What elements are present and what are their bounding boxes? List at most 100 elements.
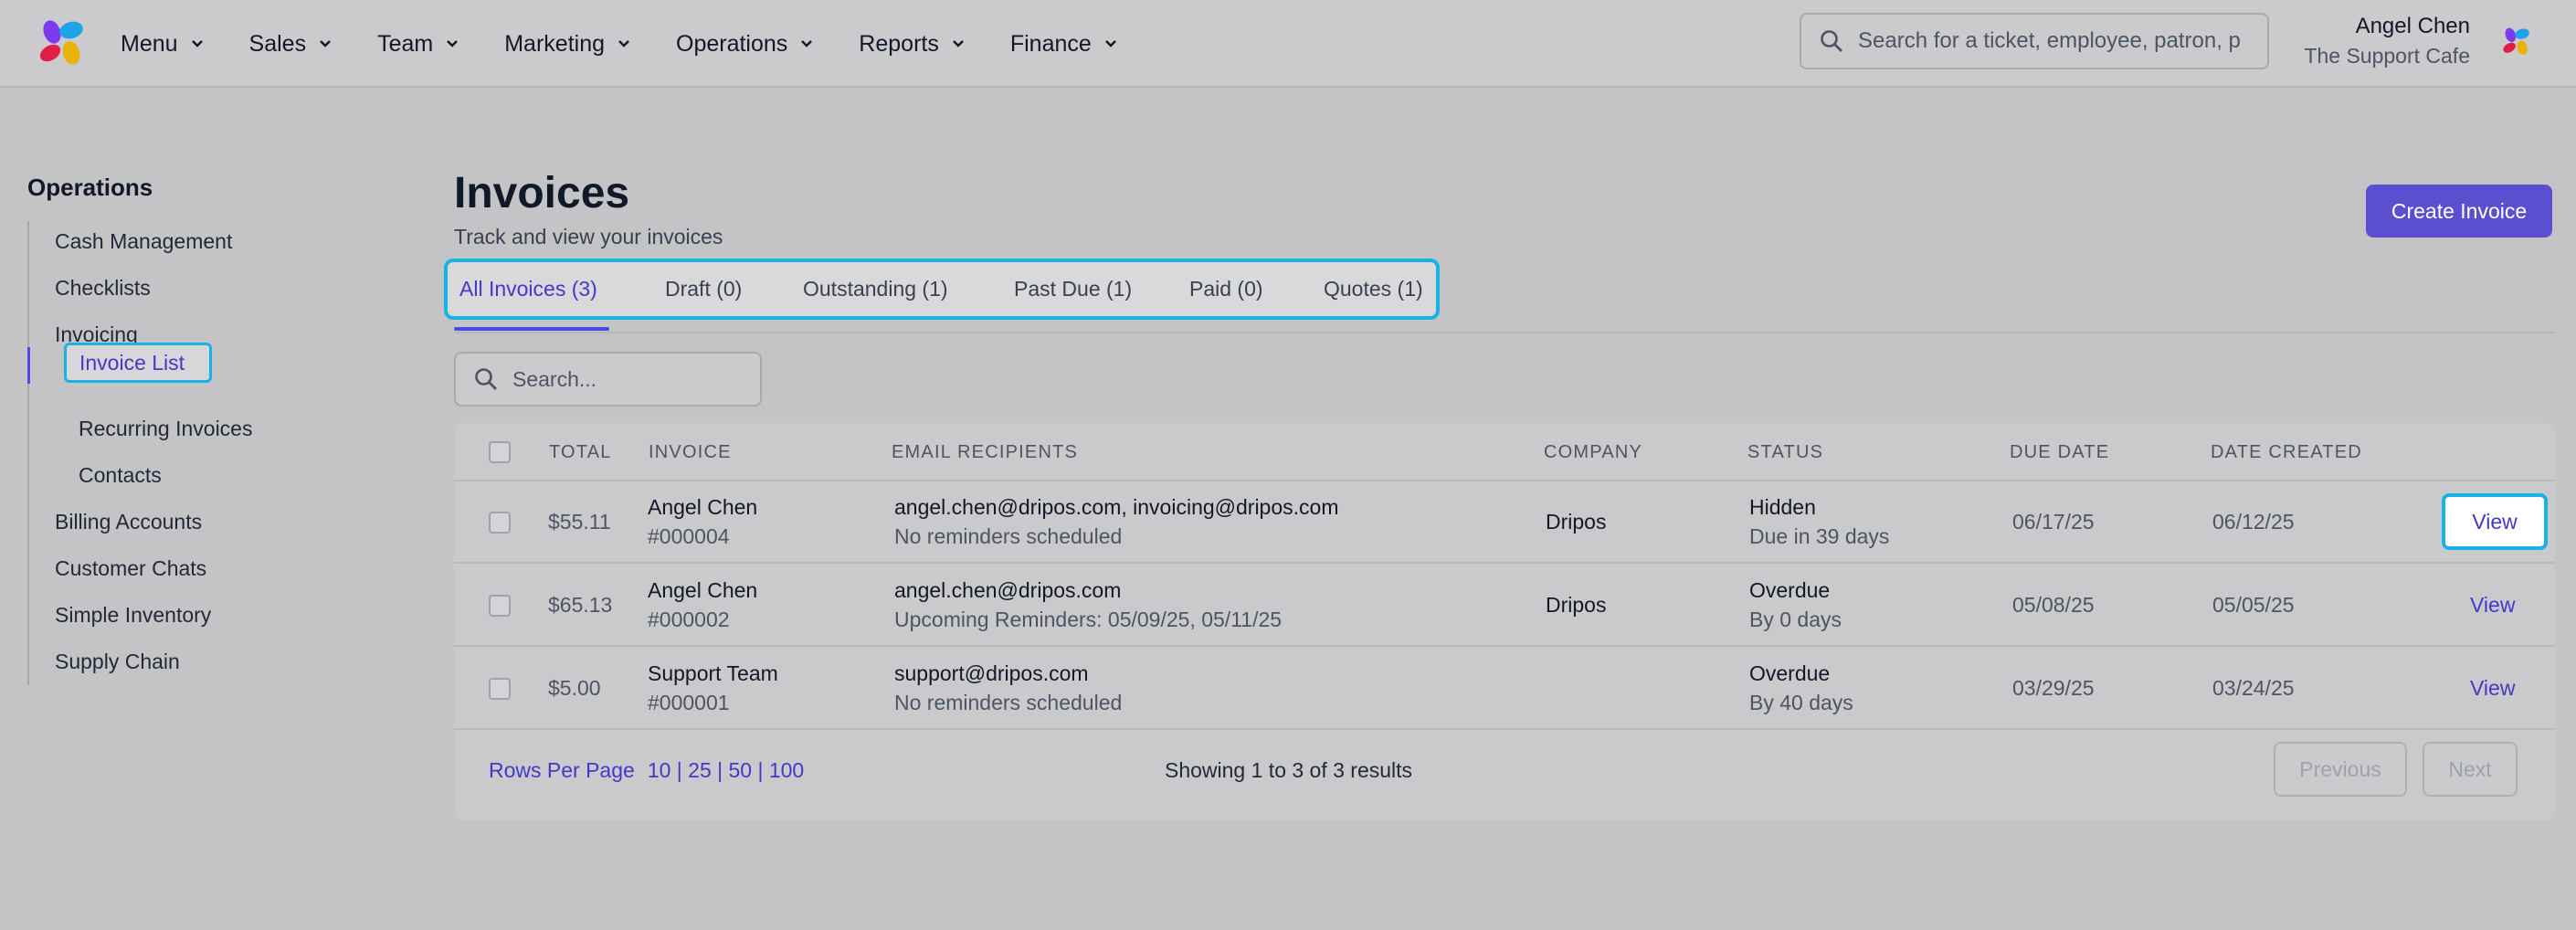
table-footer: Rows Per Page 10 | 25 | 50 | 100 Showing … [454,738,2555,802]
column-header-email-recipients[interactable]: EMAIL RECIPIENTS [892,423,1078,481]
sidebar-item-recurring-invoices[interactable]: Recurring Invoices [79,410,252,447]
email-cell: angel.chen@dripos.com Upcoming Reminders… [894,576,1282,634]
top-bar: Menu Sales Team Marketing Operations Rep… [0,0,2576,88]
nav-team[interactable]: Team [377,31,459,58]
tab-paid[interactable]: Paid (0) [1189,262,1263,316]
email-recipients: support@dripos.com [894,661,1089,685]
results-summary: Showing 1 to 3 of 3 results [1165,758,1413,782]
tab-all-invoices[interactable]: All Invoices (3) [459,262,597,316]
invoice-number: #000004 [648,524,730,548]
invoice-tabs: All Invoices (3) Draft (0) Outstanding (… [444,259,1440,320]
search-icon [1821,30,1842,52]
nav-reports[interactable]: Reports [859,31,965,58]
search-icon [475,368,497,390]
row-checkbox[interactable] [489,678,511,700]
chevron-down-icon [320,40,331,48]
org-logo-icon[interactable] [2501,26,2532,57]
status-cell: Overdue By 40 days [1749,659,1853,717]
email-cell: support@dripos.com No reminders schedule… [894,659,1122,717]
user-menu[interactable]: Angel Chen The Support Cafe [2304,13,2470,71]
nav-label: Finance [1009,30,1092,57]
sidebar-item-customer-chats[interactable]: Customer Chats [55,550,206,587]
view-link[interactable]: View [2470,593,2515,618]
column-header-company[interactable]: COMPANY [1544,423,1642,481]
date-created: 03/24/25 [2212,676,2295,700]
invoice-customer: Angel Chen [648,578,758,602]
column-header-date-created[interactable]: DATE CREATED [2211,423,2362,481]
next-page-button[interactable]: Next [2423,742,2518,797]
invoice-number: #000001 [648,691,730,714]
sidebar-list: Cash Management Checklists Invoicing Inv… [27,221,375,685]
status-badge: Hidden [1749,495,1816,519]
invoice-cell: Angel Chen #000004 [648,492,757,551]
tab-past-due[interactable]: Past Due (1) [1014,262,1132,316]
rows-per-page: Rows Per Page 10 | 25 | 50 | 100 [489,758,804,783]
status-cell: Hidden Due in 39 days [1749,492,1889,551]
tab-outstanding[interactable]: Outstanding (1) [803,262,948,316]
nav-operations[interactable]: Operations [676,31,813,58]
column-header-total[interactable]: TOTAL [549,423,612,481]
sidebar-item-invoice-list[interactable]: Invoice List [64,343,212,383]
column-header-invoice[interactable]: INVOICE [649,423,732,481]
previous-page-button[interactable]: Previous [2274,742,2407,797]
nav-label: Sales [248,30,307,57]
sidebar-item-contacts[interactable]: Contacts [79,457,162,493]
invoice-total: $5.00 [548,676,601,700]
table-row[interactable]: $65.13 Angel Chen #000002 angel.chen@dri… [454,565,2555,647]
table-row[interactable]: $55.11 Angel Chen #000004 angel.chen@dri… [454,481,2555,564]
page-title: Invoices [454,169,630,217]
invoice-number: #000002 [648,608,730,631]
create-invoice-button[interactable]: Create Invoice [2366,185,2552,238]
invoice-table-card: TOTAL INVOICE EMAIL RECIPIENTS COMPANY S… [454,423,2555,820]
rows-per-page-label: Rows Per Page [489,758,635,782]
nav-label: Marketing [504,30,605,57]
invoice-customer: Angel Chen [648,495,758,519]
due-date: 06/17/25 [2012,510,2095,534]
nav-label: Team [377,30,434,57]
column-header-due-date[interactable]: DUE DATE [2010,423,2109,481]
invoice-search[interactable] [454,352,762,407]
invoice-cell: Angel Chen #000002 [648,576,757,634]
status-badge: Overdue [1749,578,1831,602]
sidebar-item-supply-chain[interactable]: Supply Chain [55,643,180,680]
rows-per-page-options[interactable]: 10 | 25 | 50 | 100 [648,758,804,782]
sidebar-item-cash-management[interactable]: Cash Management [55,223,232,259]
active-tab-underline [454,327,609,331]
status-detail: By 0 days [1749,608,1842,631]
nav-marketing[interactable]: Marketing [504,31,630,58]
row-checkbox[interactable] [489,595,511,617]
invoice-customer: Support Team [648,661,778,685]
tab-quotes[interactable]: Quotes (1) [1324,262,1423,316]
invoice-cell: Support Team #000001 [648,659,778,717]
chevron-down-icon [1104,40,1116,48]
pinwheel-logo-icon[interactable] [37,16,88,68]
select-all-checkbox[interactable] [489,441,511,463]
invoice-total: $65.13 [548,593,613,617]
table-row[interactable]: $5.00 Support Team #000001 support@dripo… [454,648,2555,730]
sidebar-item-billing-accounts[interactable]: Billing Accounts [55,503,202,540]
nav-sales[interactable]: Sales [249,31,333,58]
due-date: 03/29/25 [2012,676,2095,700]
sidebar-item-simple-inventory[interactable]: Simple Inventory [55,597,211,633]
tabs-divider [454,332,2555,333]
table-header: TOTAL INVOICE EMAIL RECIPIENTS COMPANY S… [454,423,2555,481]
global-search[interactable] [1800,13,2269,69]
due-date: 05/08/25 [2012,593,2095,617]
view-button[interactable]: View [2442,493,2548,550]
global-search-input[interactable] [1858,28,2260,54]
chevron-down-icon [618,40,629,48]
active-item-marker [27,347,30,384]
invoice-search-input[interactable] [512,366,741,392]
view-link[interactable]: View [2470,676,2515,701]
row-checkbox[interactable] [489,512,511,534]
status-cell: Overdue By 0 days [1749,576,1842,634]
user-organization: The Support Cafe [2304,44,2470,68]
sidebar: Operations Cash Management Checklists In… [27,174,375,685]
column-header-status[interactable]: STATUS [1747,423,1823,481]
tab-draft[interactable]: Draft (0) [665,262,742,316]
sidebar-item-checklists[interactable]: Checklists [55,269,151,306]
date-created: 06/12/25 [2212,510,2295,534]
chevron-down-icon [952,40,964,48]
nav-menu[interactable]: Menu [121,31,204,58]
nav-finance[interactable]: Finance [1010,31,1117,58]
